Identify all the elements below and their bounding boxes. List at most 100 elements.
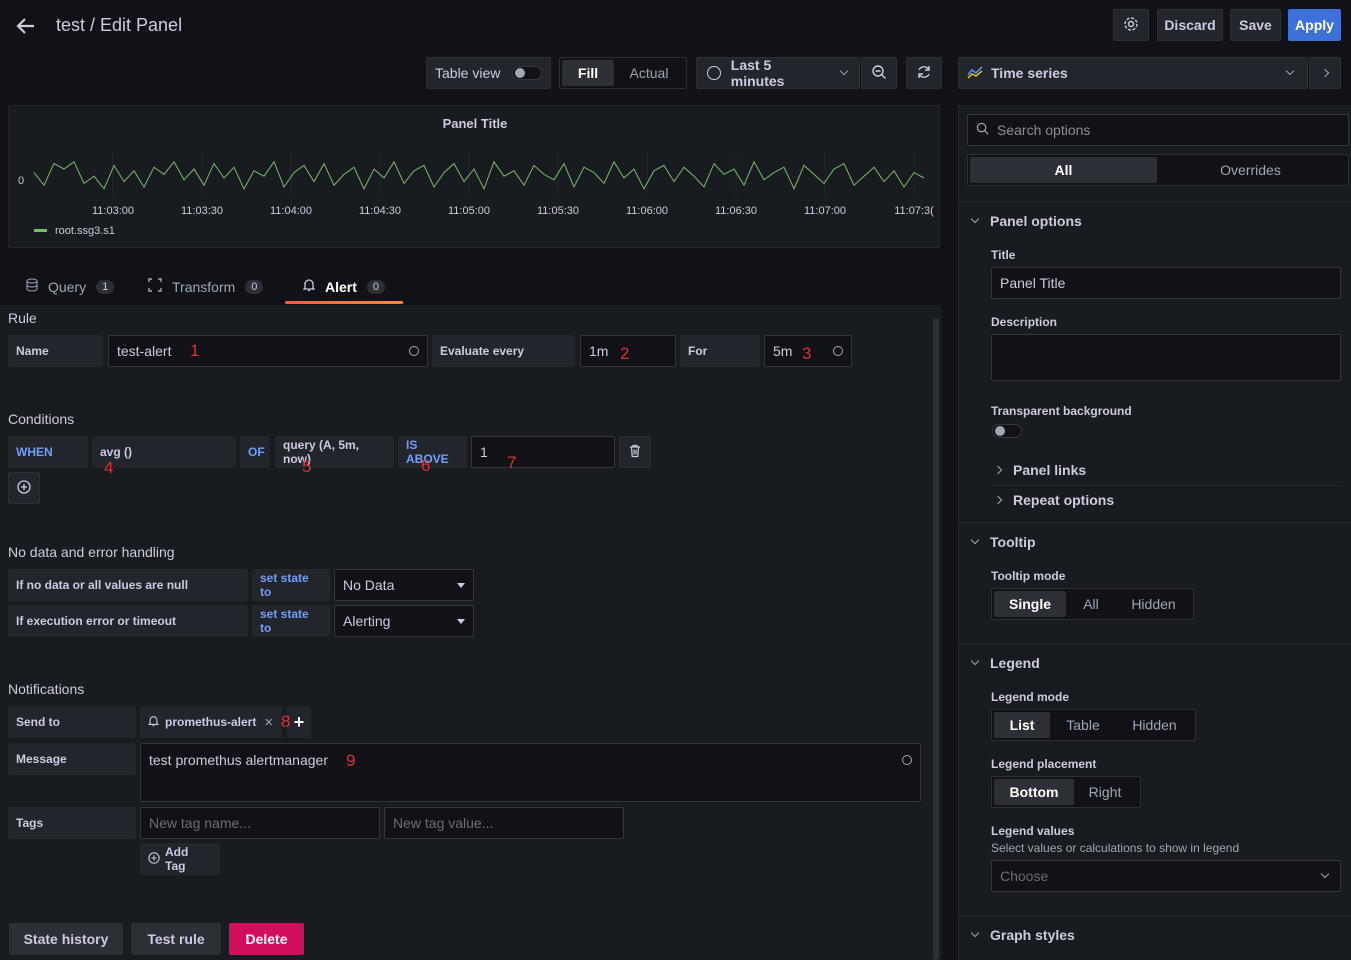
- x-tick-label: 11:04:30: [359, 205, 401, 217]
- series-line: [33, 160, 925, 191]
- legend-header[interactable]: Legend: [970, 655, 1040, 671]
- panel-options-header[interactable]: Panel options: [970, 213, 1082, 229]
- nodata-label: If no data or all values are null: [8, 569, 248, 601]
- reducer-select[interactable]: avg (): [92, 436, 236, 468]
- legend-label[interactable]: root.ssg3.s1: [55, 225, 115, 237]
- nodata-state-select[interactable]: No Data: [334, 569, 474, 601]
- tag-value-input[interactable]: New tag value...: [384, 807, 624, 839]
- options-tab-all[interactable]: All: [970, 157, 1157, 183]
- table-view-switch[interactable]: [512, 66, 542, 80]
- tooltip-mode-label: Tooltip mode: [991, 569, 1066, 583]
- apply-button[interactable]: Apply: [1288, 9, 1341, 41]
- repeat-options-header[interactable]: Repeat options: [993, 492, 1114, 508]
- error-state-select[interactable]: Alerting: [334, 605, 474, 637]
- gear-icon: [1123, 16, 1139, 35]
- conditions-section-title: Conditions: [8, 411, 75, 427]
- state-history-button[interactable]: State history: [9, 923, 123, 955]
- annotation-7: 7: [507, 453, 517, 472]
- panel-links-title: Panel links: [1013, 462, 1087, 478]
- divider: [959, 522, 1351, 523]
- settings-button[interactable]: [1113, 9, 1149, 41]
- visualization-label: Time series: [991, 65, 1068, 81]
- error-state-value: Alerting: [343, 613, 391, 629]
- annotation-1: 1: [190, 341, 200, 360]
- test-rule-button[interactable]: Test rule: [131, 923, 221, 955]
- x-tick-label: 11:05:30: [537, 205, 579, 217]
- save-button[interactable]: Save: [1230, 9, 1281, 41]
- time-range-picker[interactable]: Last 5 minutes: [696, 57, 860, 89]
- legend-placement-right[interactable]: Right: [1074, 779, 1136, 805]
- x-tick-label: 11:03:00: [92, 205, 134, 217]
- add-tag-button[interactable]: Add Tag: [140, 843, 220, 875]
- evaluator-select[interactable]: IS ABOVE: [398, 436, 467, 468]
- add-tag-label: Add Tag: [165, 845, 189, 873]
- annotation-4: 4: [104, 458, 114, 477]
- tag-name-input[interactable]: New tag name...: [140, 807, 380, 839]
- message-textarea[interactable]: test promethus alertmanager: [140, 743, 921, 802]
- name-input[interactable]: test-alert: [108, 335, 428, 367]
- remove-channel-icon[interactable]: ×: [264, 714, 273, 731]
- clock-icon: [707, 66, 721, 80]
- options-tabs: All Overrides: [967, 154, 1349, 186]
- zoom-out-icon: [871, 64, 887, 83]
- tooltip-mode-all[interactable]: All: [1066, 591, 1116, 617]
- description-textarea[interactable]: [991, 334, 1341, 381]
- annotation-5: 5: [302, 457, 312, 476]
- threshold-input[interactable]: 1: [471, 436, 615, 468]
- time-range-label: Last 5 minutes: [730, 57, 785, 89]
- legend-mode-list[interactable]: List: [994, 712, 1050, 738]
- transparent-option-label: Transparent background: [991, 404, 1132, 418]
- tooltip-header[interactable]: Tooltip: [970, 534, 1036, 550]
- legend-swatch: [34, 229, 47, 232]
- collapse-options-button[interactable]: [1309, 57, 1341, 89]
- transparent-toggle[interactable]: [992, 424, 1022, 438]
- annotation-9: 9: [346, 751, 356, 770]
- nodata-state-value: No Data: [343, 577, 395, 593]
- x-tick-label: 11:05:00: [448, 205, 490, 217]
- legend-placement-bottom[interactable]: Bottom: [994, 779, 1074, 805]
- tab-transform-label: Transform: [172, 278, 236, 295]
- delete-button[interactable]: Delete: [229, 923, 304, 955]
- panel-title-input[interactable]: Panel Title: [991, 267, 1341, 299]
- legend-values-label: Legend values: [991, 824, 1075, 838]
- legend-mode-label: Legend mode: [991, 690, 1070, 704]
- table-view-toggle[interactable]: Table view: [426, 57, 551, 89]
- tooltip-mode-single[interactable]: Single: [994, 591, 1066, 617]
- graph-styles-header[interactable]: Graph styles: [970, 927, 1075, 943]
- caret-down-icon: [457, 618, 465, 624]
- add-channel-button[interactable]: +: [287, 706, 311, 738]
- tags-label: Tags: [8, 807, 136, 839]
- legend-mode-table[interactable]: Table: [1050, 712, 1116, 738]
- search-options-input[interactable]: Search options: [967, 114, 1349, 146]
- actual-option[interactable]: Actual: [614, 60, 684, 86]
- delete-condition-button[interactable]: [619, 436, 651, 468]
- chevron-down-icon: [970, 535, 980, 545]
- fill-option[interactable]: Fill: [562, 60, 614, 86]
- chevron-down-icon: [1320, 869, 1330, 879]
- chevron-right-icon: [993, 495, 1003, 505]
- tooltip-mode-hidden[interactable]: Hidden: [1116, 591, 1191, 617]
- send-to-label: Send to: [8, 706, 136, 738]
- tab-alert[interactable]: Alert 0: [302, 278, 386, 295]
- add-condition-button[interactable]: [8, 472, 40, 504]
- x-tick-label: 11:07:3(: [894, 205, 934, 217]
- y-tick-label: 0: [18, 175, 24, 187]
- legend-values-select[interactable]: Choose: [991, 860, 1341, 892]
- zoom-out-button[interactable]: [861, 57, 897, 89]
- back-arrow-icon[interactable]: [14, 14, 38, 38]
- visualization-picker[interactable]: Time series: [958, 57, 1308, 89]
- query-select[interactable]: query (A, 5m, now): [275, 436, 394, 468]
- editor-scrollbar[interactable]: [933, 318, 939, 960]
- chevron-right-icon: [1320, 68, 1330, 78]
- refresh-button[interactable]: [906, 57, 942, 89]
- info-icon: [409, 346, 419, 356]
- panel-links-header[interactable]: Panel links: [993, 462, 1087, 478]
- error-label: If execution error or timeout: [8, 605, 248, 637]
- tab-query[interactable]: Query 1: [26, 278, 115, 295]
- annotation-6: 6: [421, 456, 431, 475]
- legend-mode-hidden[interactable]: Hidden: [1116, 712, 1193, 738]
- threshold-value: 1: [480, 444, 488, 460]
- tab-transform[interactable]: Transform 0: [148, 278, 264, 295]
- options-tab-overrides[interactable]: Overrides: [1157, 157, 1344, 183]
- discard-button[interactable]: Discard: [1157, 9, 1223, 41]
